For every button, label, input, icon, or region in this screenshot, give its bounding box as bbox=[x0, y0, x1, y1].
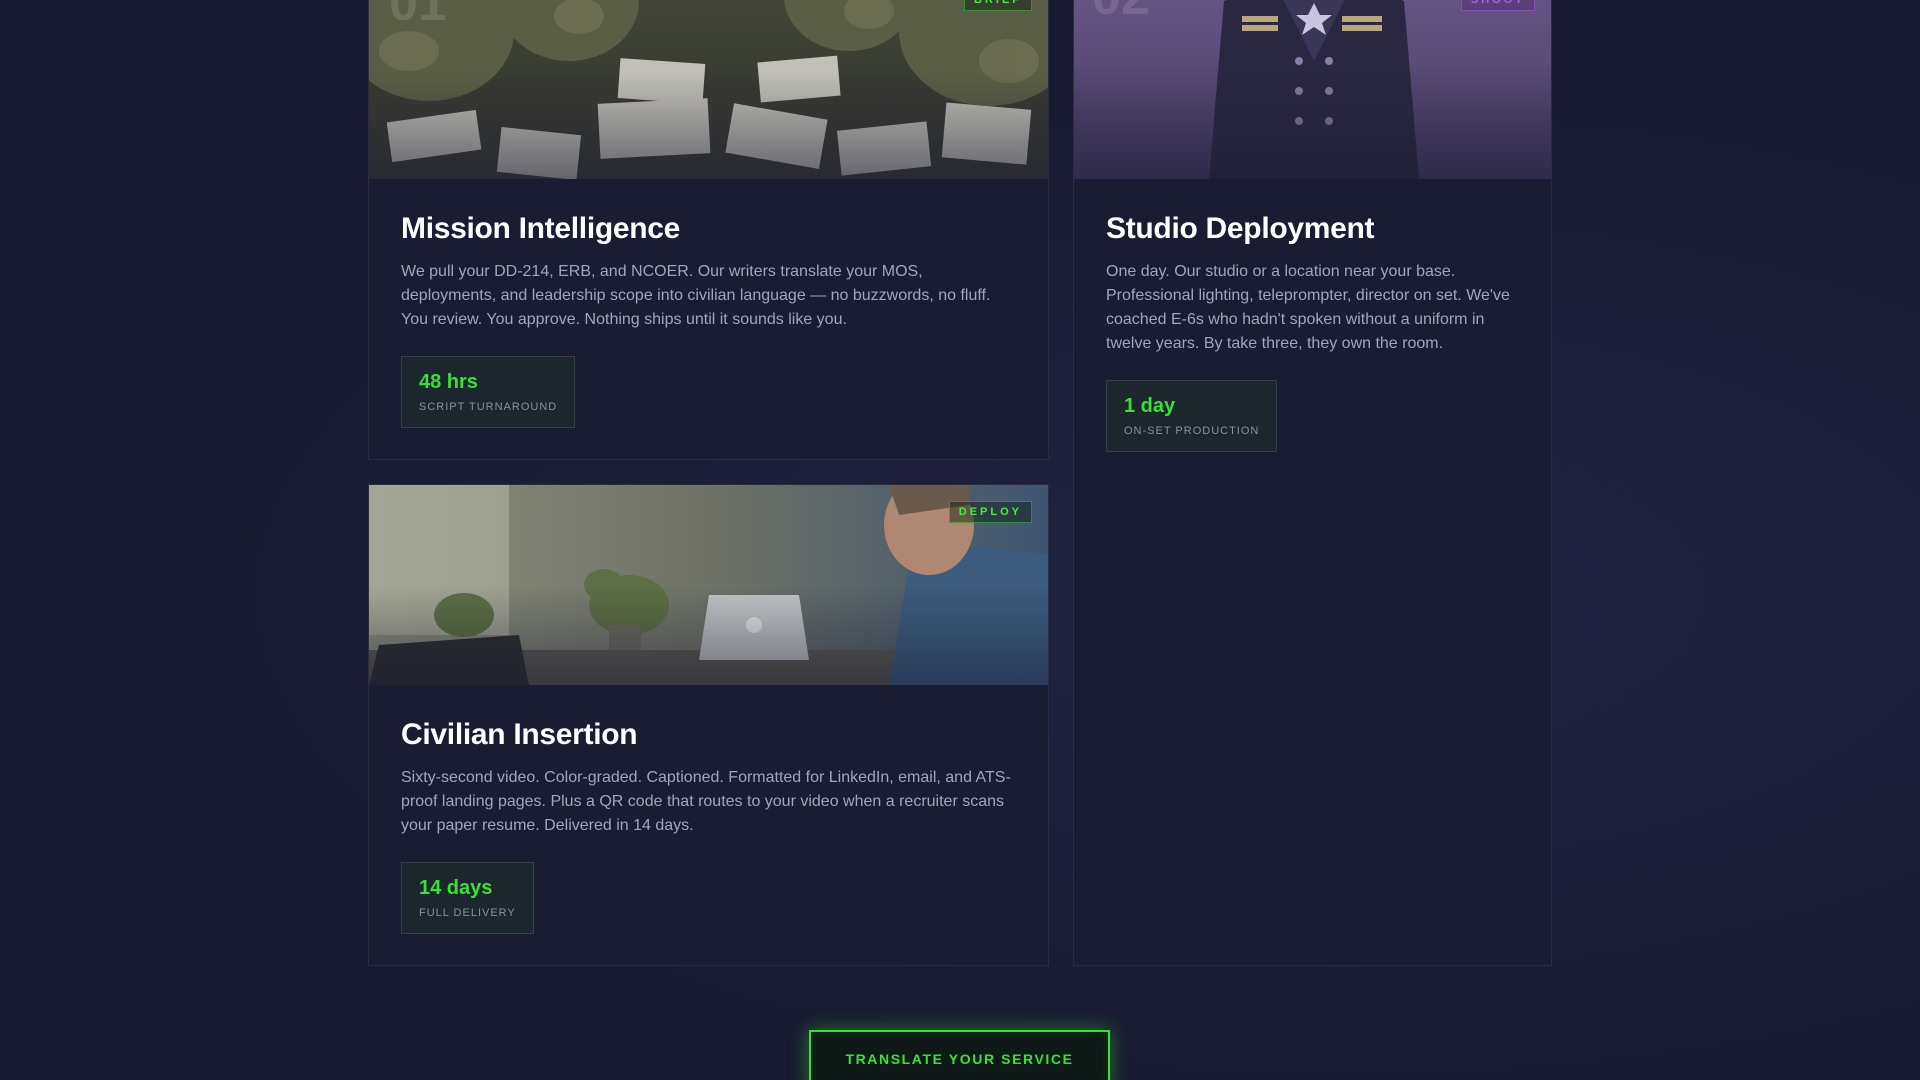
stat-label: FULL DELIVERY bbox=[419, 907, 516, 919]
stat-box: 14 days FULL DELIVERY bbox=[401, 862, 534, 934]
stat-value: 14 days bbox=[419, 877, 493, 899]
card-number: 02 bbox=[1092, 0, 1150, 23]
stat-label: SCRIPT TURNAROUND bbox=[419, 401, 558, 413]
deploy-tag: DEPLOY bbox=[948, 501, 1032, 523]
card-image-officer: 02 SHOOT bbox=[1074, 0, 1551, 179]
card-number: 01 bbox=[389, 0, 447, 32]
stat-label: ON-SET PRODUCTION bbox=[1124, 425, 1260, 437]
card-body: Mission Intelligence We pull your DD-214… bbox=[369, 179, 1048, 428]
stat-box: 1 day ON-SET PRODUCTION bbox=[1106, 380, 1278, 452]
translate-service-button[interactable]: TRANSLATE YOUR SERVICE bbox=[809, 1030, 1110, 1080]
card-title: Civilian Insertion bbox=[401, 718, 638, 751]
card-description: We pull your DD-214, ERB, and NCOER. Our… bbox=[401, 263, 991, 328]
card-image-briefing: 01 BRIEF bbox=[369, 0, 1048, 179]
stat-value: 48 hrs bbox=[419, 371, 478, 393]
brief-tag: BRIEF bbox=[964, 0, 1032, 11]
card-title: Mission Intelligence bbox=[401, 212, 681, 245]
card-body: Civilian Insertion Sixty-second video. C… bbox=[369, 685, 1048, 934]
card-description: One day. Our studio or a location near y… bbox=[1106, 263, 1510, 352]
briefing-table-image bbox=[369, 0, 1048, 179]
card-description: Sixty-second video. Color-graded. Captio… bbox=[401, 769, 1011, 834]
shoot-tag: SHOOT bbox=[1460, 0, 1535, 11]
service-card-mission-intelligence: 01 BRIEF Mission Intelligence We pull yo… bbox=[368, 0, 1049, 460]
stat-value: 1 day bbox=[1124, 395, 1176, 417]
man-at-laptop-image bbox=[369, 485, 1048, 685]
stat-box: 48 hrs SCRIPT TURNAROUND bbox=[401, 356, 576, 428]
service-card-civilian-insertion: DEPLOY Civilian Insertion Sixty-second v… bbox=[368, 484, 1049, 966]
officer-uniform-image bbox=[1074, 0, 1551, 179]
card-image-laptop: DEPLOY bbox=[369, 485, 1048, 685]
card-title: Studio Deployment bbox=[1106, 212, 1375, 245]
service-card-studio-deployment: 02 SHOOT Studio Deployment One day. Our … bbox=[1073, 0, 1552, 966]
card-body: Studio Deployment One day. Our studio or… bbox=[1074, 179, 1551, 452]
